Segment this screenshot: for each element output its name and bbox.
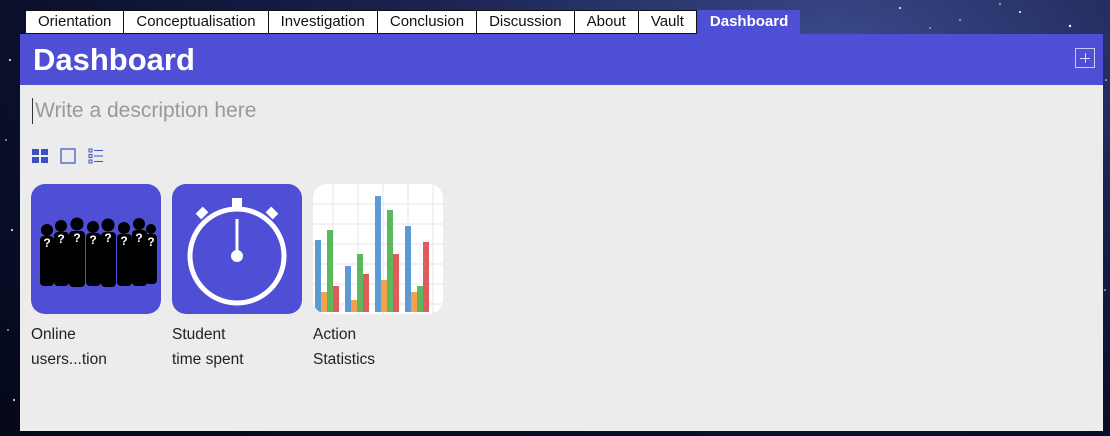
stopwatch-icon	[172, 184, 302, 314]
svg-text:?: ?	[147, 235, 154, 249]
tab-dashboard[interactable]: Dashboard	[696, 10, 801, 34]
svg-text:?: ?	[89, 233, 96, 247]
tab-about[interactable]: About	[573, 10, 638, 34]
dashboard-panel: Dashboard Write a description here ? ? ?…	[20, 34, 1103, 431]
tile-label: Online users...tion	[31, 326, 107, 368]
tab-conclusion[interactable]: Conclusion	[376, 10, 477, 34]
list-view-icon[interactable]	[87, 147, 105, 165]
tab-bar: Orientation Conceptualisation Investigat…	[25, 10, 801, 34]
tab-conceptualisation[interactable]: Conceptualisation	[123, 10, 268, 34]
page-title: Dashboard	[33, 42, 195, 77]
svg-text:?: ?	[120, 234, 127, 248]
tile-label: Student time spent	[172, 326, 244, 368]
tab-vault[interactable]: Vault	[637, 10, 697, 34]
description-input[interactable]: Write a description here	[32, 98, 256, 124]
view-toggle	[31, 147, 105, 165]
tile-label: Action Statistics	[313, 326, 376, 368]
tile-online-users[interactable]: ??? ??? ?? Online users...tion	[31, 184, 161, 372]
svg-text:?: ?	[57, 232, 64, 246]
tab-discussion[interactable]: Discussion	[476, 10, 574, 34]
single-view-icon[interactable]	[59, 147, 77, 165]
tab-investigation[interactable]: Investigation	[267, 10, 377, 34]
header-bar: Dashboard	[20, 34, 1103, 85]
tab-orientation[interactable]: Orientation	[25, 10, 124, 34]
svg-text:?: ?	[104, 231, 111, 245]
add-button[interactable]	[1075, 48, 1095, 68]
svg-text:?: ?	[43, 236, 50, 250]
svg-text:?: ?	[73, 231, 80, 245]
svg-text:?: ?	[135, 231, 142, 245]
bar-chart-icon	[313, 184, 443, 314]
grid-view-icon[interactable]	[31, 147, 49, 165]
app-tiles: ??? ??? ?? Online users...tion Student t…	[31, 184, 443, 372]
tile-student-time-spent[interactable]: Student time spent	[172, 184, 302, 372]
tile-action-statistics[interactable]: Action Statistics	[313, 184, 443, 372]
users-silhouette-icon: ??? ??? ??	[31, 184, 161, 314]
